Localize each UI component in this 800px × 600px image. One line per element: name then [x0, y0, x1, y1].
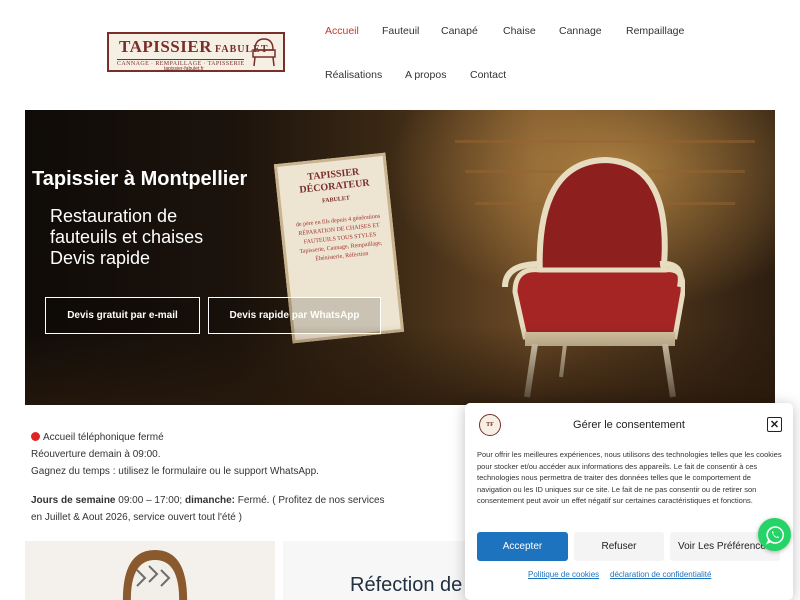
email-quote-button[interactable]: Devis gratuit par e-mail [45, 297, 200, 334]
nav-item-realisations[interactable]: Réalisations [325, 69, 382, 81]
hero-subtitle-line: Restauration de [50, 206, 178, 226]
consent-text: Pour offrir les meilleures expériences, … [477, 450, 782, 505]
hero-subtitle-line: fauteuils et chaises [50, 227, 204, 247]
armchair-logo-icon [252, 38, 276, 67]
refuse-button[interactable]: Refuser [574, 532, 664, 561]
privacy-statement-link[interactable]: déclaration de confidentialité [610, 570, 711, 579]
nav-item-rempaillage[interactable]: Rempaillage [626, 25, 684, 37]
nav-item-chaise[interactable]: Chaise [503, 25, 536, 37]
tip-text: Gagnez du temps : utilisez le formulaire… [31, 466, 319, 477]
hero-title: Tapissier à Montpellier [32, 168, 248, 190]
hero-subtitle-line: Devis rapide [50, 248, 151, 268]
cookie-policy-link[interactable]: Politique de cookies [528, 570, 599, 579]
sign-text: de père en fils depuis 4 générations RÉP… [295, 213, 383, 263]
close-icon[interactable]: ✕ [767, 417, 782, 432]
nav-item-contact[interactable]: Contact [470, 69, 506, 81]
hero-shadow [25, 325, 775, 405]
whatsapp-quote-button[interactable]: Devis rapide par WhatsApp [208, 297, 381, 334]
logo-url: tapissier-fabulet.fr [164, 66, 204, 72]
nav-item-accueil[interactable]: Accueil [325, 25, 359, 37]
whatsapp-chat-button[interactable] [758, 518, 791, 551]
nav-item-cannage[interactable]: Cannage [559, 25, 602, 37]
logo-brand: TAPISSIER FABULET [119, 37, 269, 56]
section-title: Réfection de [350, 574, 463, 596]
chair-photo [25, 541, 275, 600]
cookie-consent-dialog: TF Gérer le consentement ✕ Pour offrir l… [465, 403, 793, 600]
reopen-text: Réouverture demain à 09:00. [31, 449, 161, 460]
chair-image [122, 550, 188, 600]
status-dot-icon [31, 432, 40, 441]
nav-item-fauteuil[interactable]: Fauteuil [382, 25, 419, 37]
accept-button[interactable]: Accepter [477, 532, 568, 561]
consent-title: Gérer le consentement [573, 419, 685, 431]
shelf-decoration [455, 140, 755, 143]
nav-item-canape[interactable]: Canapé [441, 25, 478, 37]
nav-item-a-propos[interactable]: A propos [405, 69, 446, 81]
phone-status: Accueil téléphonique fermé [31, 432, 164, 443]
site-logo[interactable]: TAPISSIER FABULET CANNAGE · REMPAILLAGE ·… [107, 32, 285, 72]
opening-hours: Jours de semaine 09:00 – 17:00; dimanche… [31, 495, 385, 506]
summer-notice: en Juillet & Aout 2026, service ouvert t… [31, 512, 242, 523]
sign-title: TAPISSIER DÉCORATEUR FABULET [298, 166, 371, 205]
whatsapp-icon [765, 525, 784, 545]
